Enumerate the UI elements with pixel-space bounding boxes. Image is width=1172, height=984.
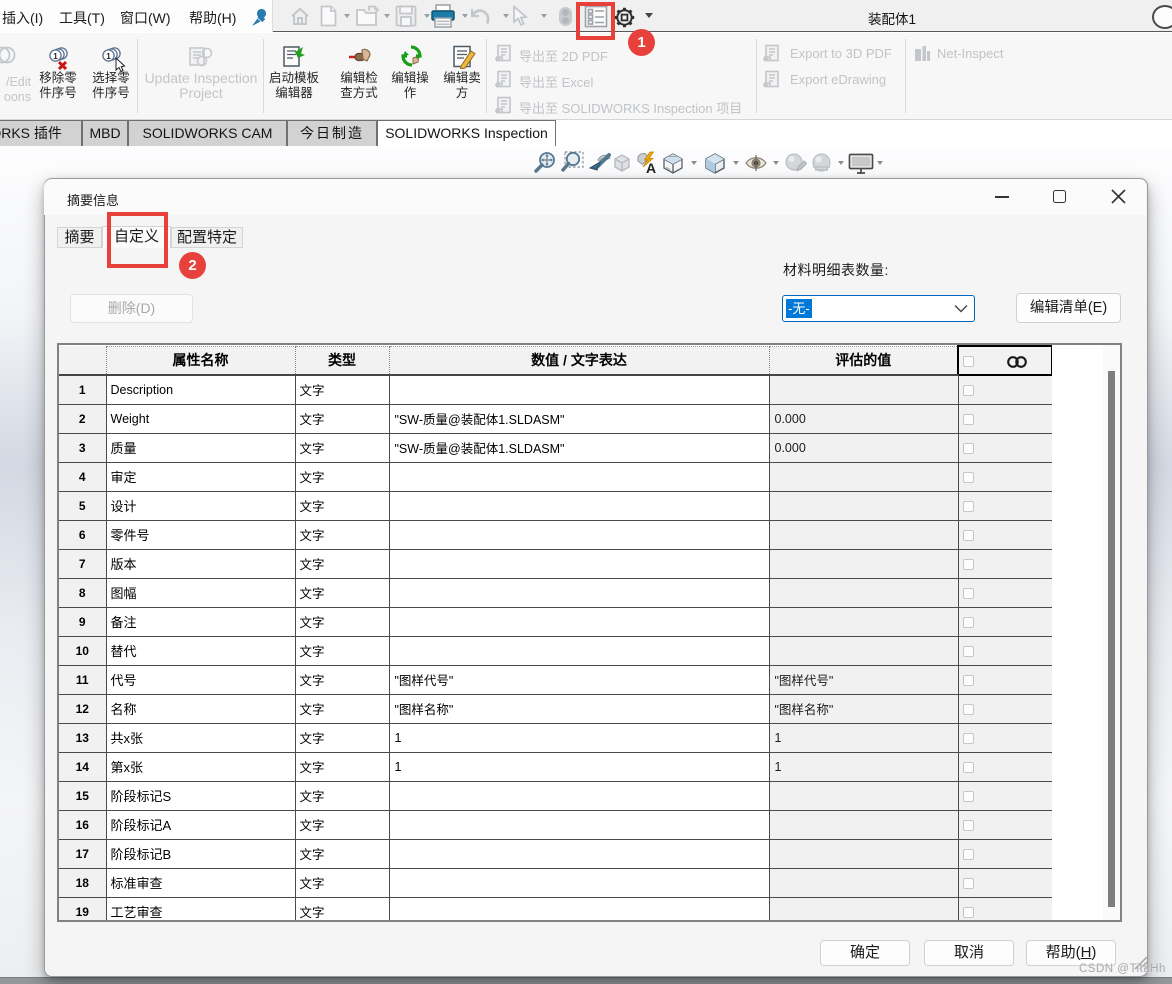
svg-text:1: 1 xyxy=(106,52,111,61)
svg-text:1: 1 xyxy=(53,52,58,61)
svg-text:A: A xyxy=(646,160,656,174)
